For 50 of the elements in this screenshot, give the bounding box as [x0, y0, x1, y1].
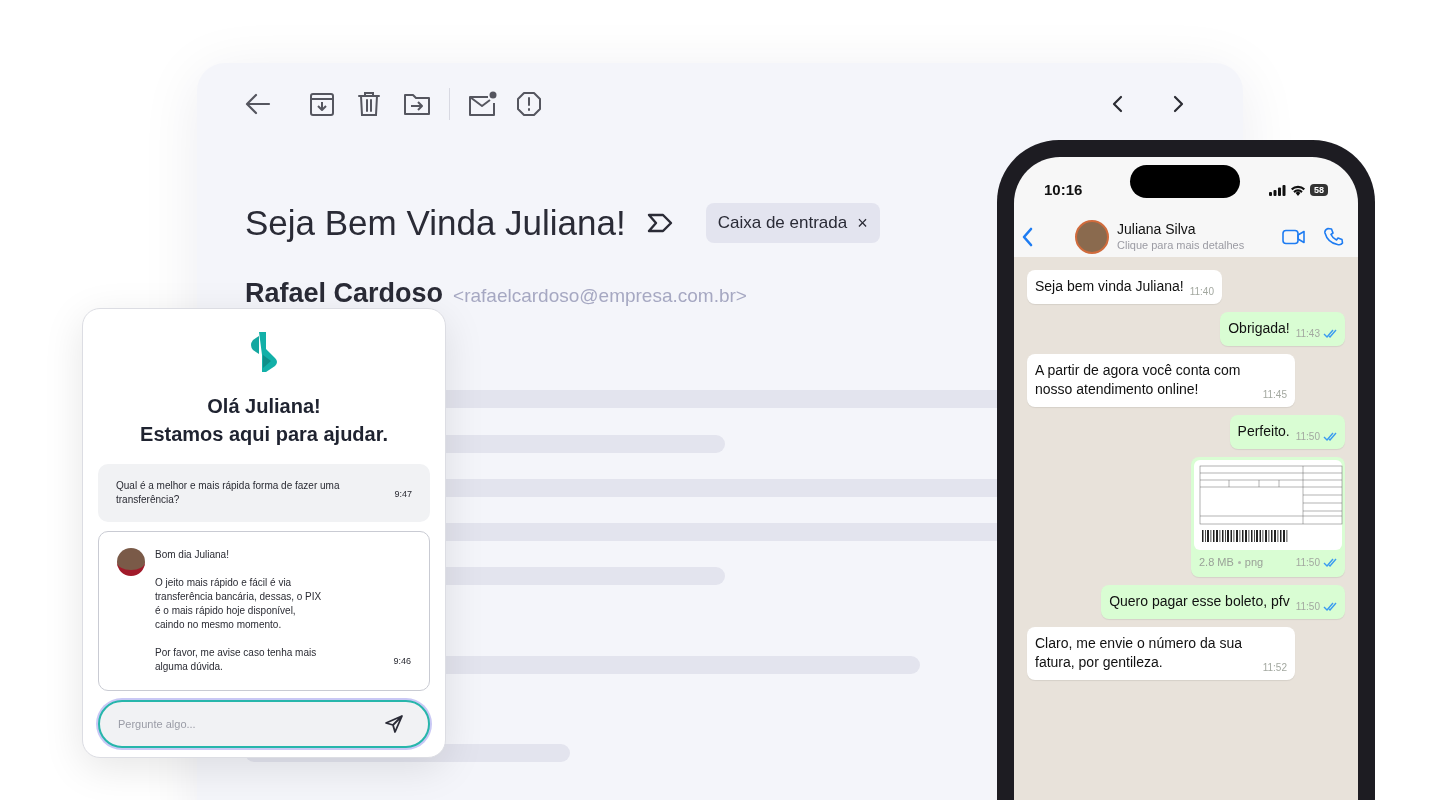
signal-icon [1269, 184, 1286, 196]
move-to-folder-icon[interactable] [403, 92, 431, 116]
email-subject: Seja Bem Vinda Juliana! [245, 201, 626, 244]
phone-call-icon[interactable] [1324, 227, 1344, 247]
file-format: png [1244, 555, 1264, 570]
back-chevron-icon[interactable] [1020, 226, 1034, 248]
message-text: Por favor, me avise caso tenha mais alguma dúvida. [155, 646, 318, 674]
sender-name: Rafael Cardoso [245, 277, 444, 310]
message-time: 11:43 [1295, 327, 1320, 341]
agent-avatar [117, 548, 145, 576]
widget-heading: Olá Juliana! [207, 394, 321, 419]
message-time: 11:50 [1295, 599, 1320, 614]
send-icon[interactable] [384, 714, 404, 734]
status-time: 10:16 [1044, 179, 1083, 200]
chevron-right-icon[interactable] [1173, 95, 1185, 113]
contact-avatar[interactable] [1075, 220, 1109, 254]
label-tag-icon [645, 212, 674, 234]
message-time: 11:50 [1295, 430, 1320, 444]
message-text: Obrigada! [1228, 319, 1290, 338]
message-text: Quero pagar esse boleto, pfv [1109, 591, 1290, 611]
message-text: Perfeito. [1237, 422, 1290, 441]
message-time: 11:45 [1262, 388, 1287, 402]
message-text: Qual é a melhor e mais rápida forma de fazer uma transferência? [116, 479, 341, 507]
remove-label-button[interactable]: × [857, 214, 868, 232]
archive-icon[interactable] [309, 91, 335, 117]
battery-level: 58 [1310, 184, 1328, 196]
contact-name[interactable]: Juliana Silva [1117, 221, 1245, 239]
trash-icon[interactable] [357, 91, 381, 117]
message-time: 11:52 [1262, 660, 1287, 675]
brand-logo-icon [249, 332, 279, 372]
message-time: 11:40 [1189, 285, 1214, 299]
message-text: Seja bem vinda Juliana! [1035, 277, 1184, 296]
video-call-icon[interactable] [1282, 229, 1306, 245]
alert-octagon-icon[interactable] [516, 91, 542, 117]
chevron-left-icon[interactable] [1111, 95, 1123, 113]
message-text: Claro, me envie o número da sua fatura, por gentileza. [1035, 633, 1243, 672]
message-time: 9:47 [394, 487, 412, 501]
file-size: 2.8 MB [1199, 555, 1234, 570]
back-arrow-icon[interactable] [245, 92, 271, 116]
question-input[interactable]: Pergunte algo... [98, 700, 430, 748]
wifi-icon [1290, 184, 1306, 196]
message-time: 11:50 [1295, 555, 1320, 570]
widget-heading: Estamos aqui para ajudar. [140, 422, 388, 447]
message-text: Bom dia Juliana! [155, 548, 230, 562]
message-text: O jeito mais rápido e fácil é via transferência bancária, dessas, o PIX é o mais rápido hoje disponível, caindo no mesmo momento. [155, 576, 323, 632]
label-chip-text: Caixa de entrada [717, 212, 848, 235]
sender-email: <rafaelcardoso@empresa.com.br> [453, 284, 747, 308]
message-text: A partir de agora você conta com nosso atendimento online! [1035, 361, 1242, 399]
mail-unread-icon[interactable] [468, 91, 498, 117]
message-time: 9:46 [393, 654, 411, 668]
